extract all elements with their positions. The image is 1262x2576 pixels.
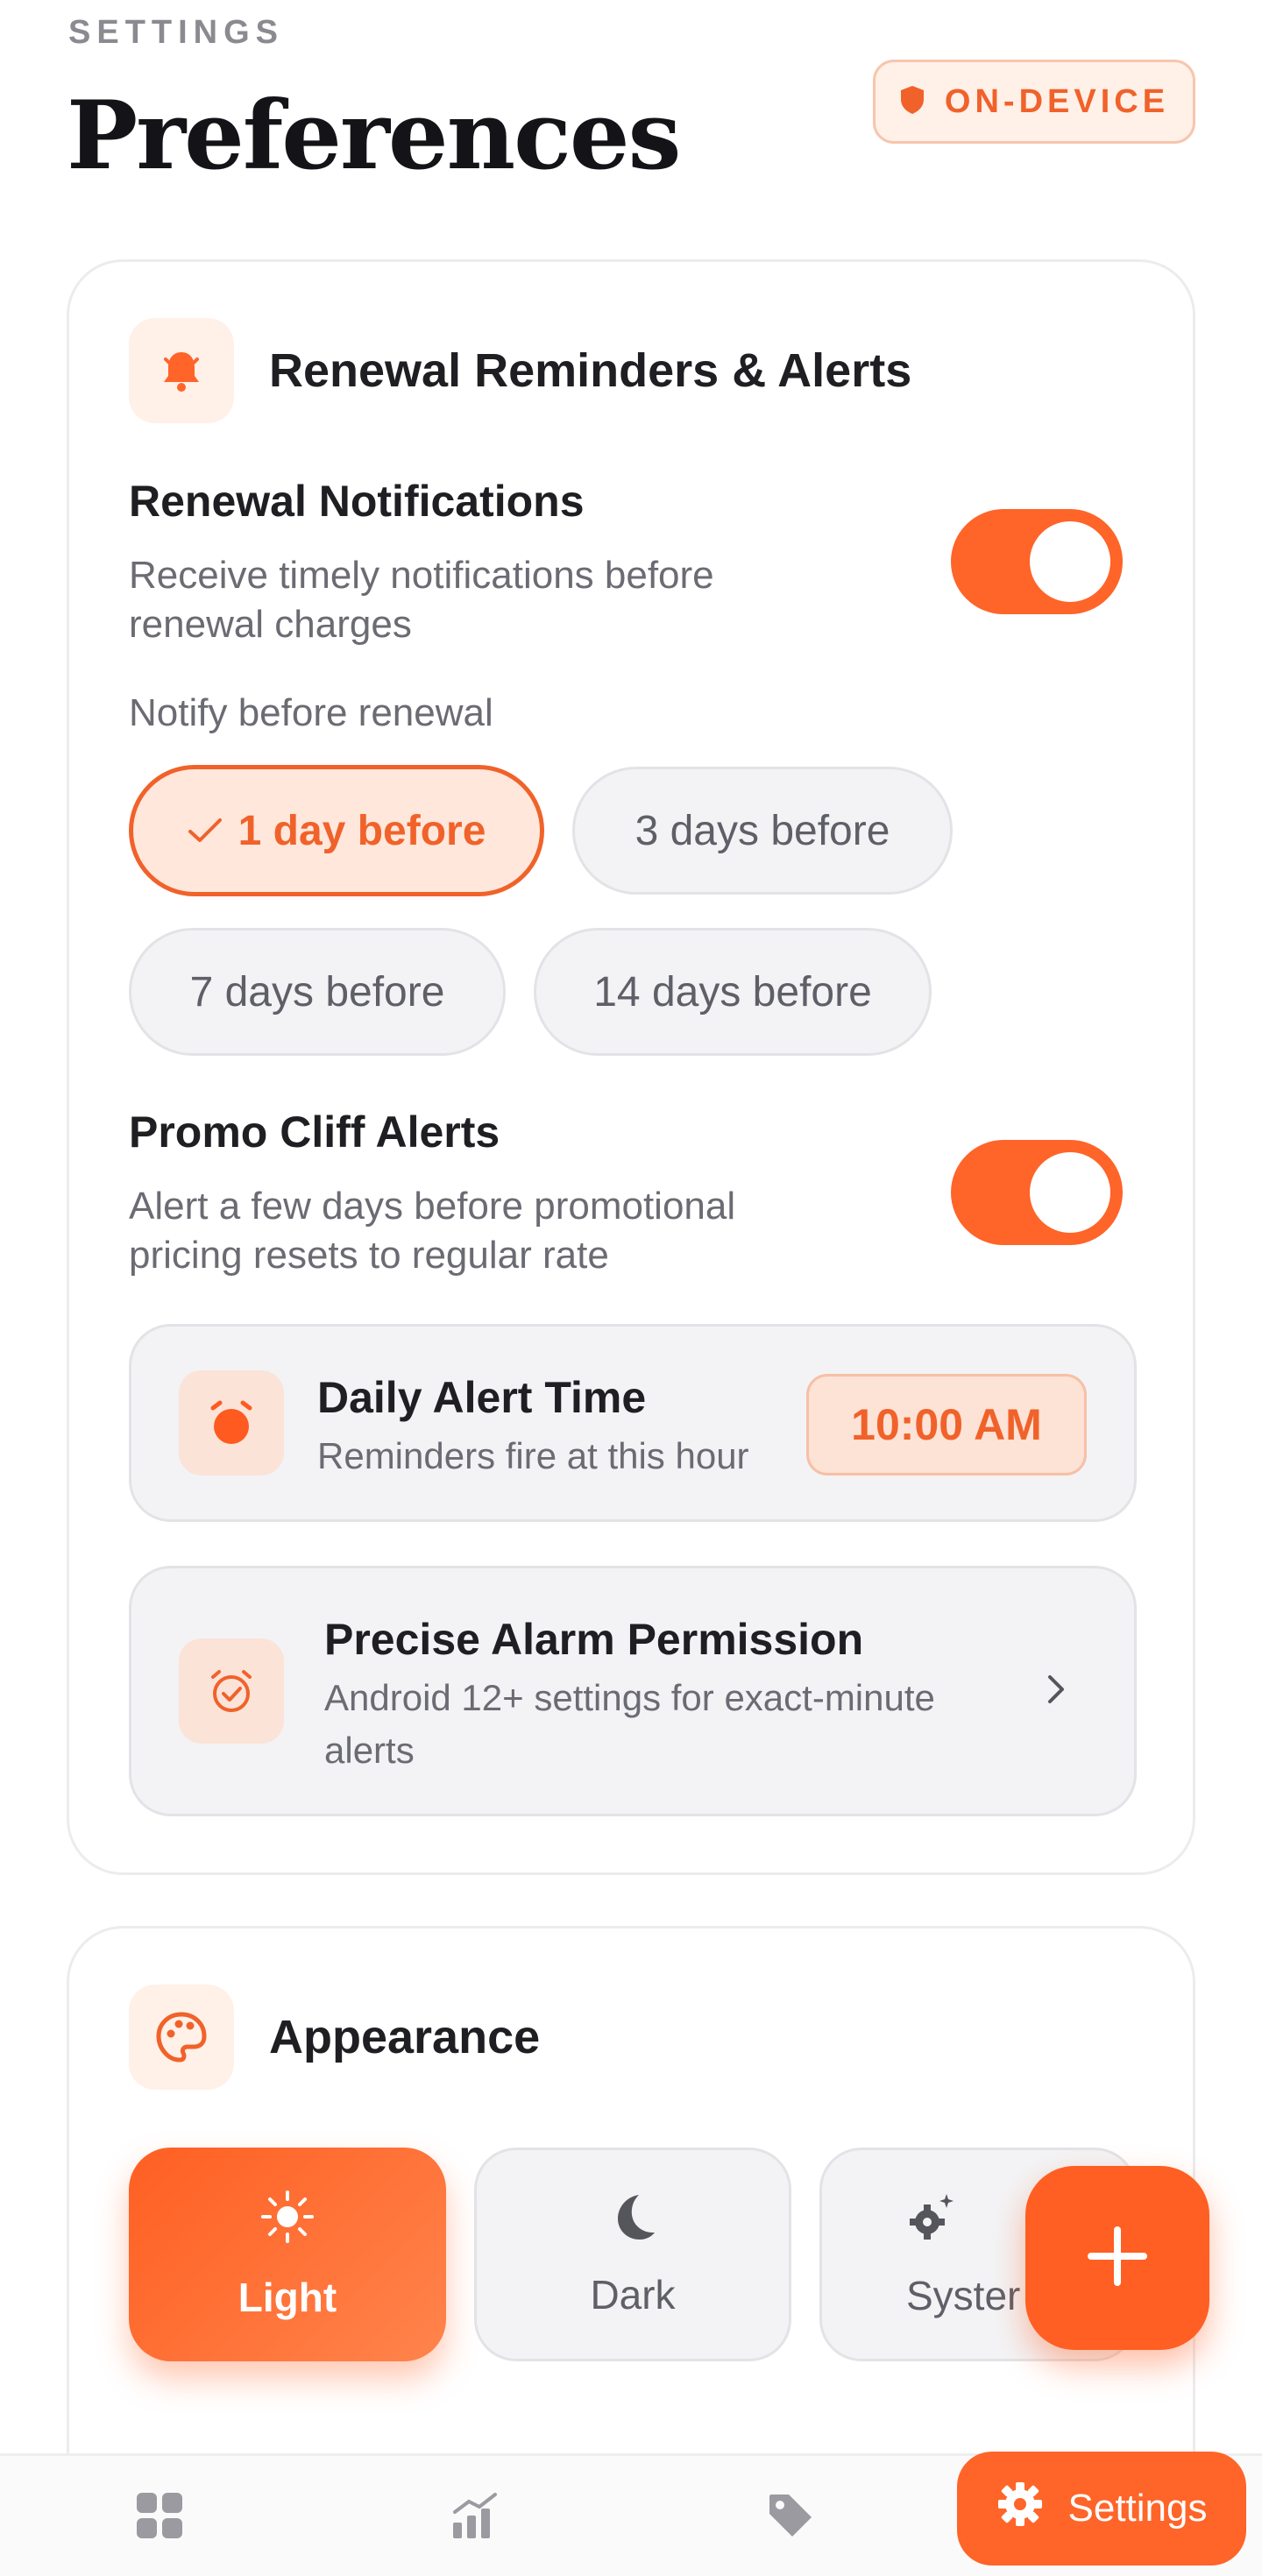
desc-line: pricing resets to regular rate [129, 1234, 609, 1277]
notify-before-label: Notify before renewal [129, 691, 493, 734]
on-device-badge: ON-DEVICE [873, 60, 1195, 144]
theme-label: Dark [590, 2271, 676, 2318]
tab-insights[interactable] [440, 2482, 510, 2552]
tab-tags[interactable] [755, 2482, 826, 2552]
tab-settings-label: Settings [1067, 2487, 1208, 2530]
theme-dark-button[interactable]: Dark [474, 2148, 791, 2361]
moon-icon [607, 2191, 658, 2252]
desc-line: Android 12+ settings for exact-minute [324, 1677, 935, 1718]
toggle-knob [1030, 521, 1110, 602]
alert-time-button[interactable]: 10:00 AM [806, 1374, 1087, 1476]
shield-icon [899, 85, 925, 119]
tag-icon [766, 2491, 815, 2544]
section-title: Appearance [269, 2011, 541, 2063]
page-title: Preferences [67, 81, 681, 191]
toggle-knob [1030, 1152, 1110, 1233]
alarm-clock-icon [179, 1370, 284, 1476]
sun-icon [259, 2189, 316, 2254]
theme-label: Light [238, 2274, 337, 2320]
bell-icon [129, 318, 234, 423]
check-icon [188, 807, 223, 855]
page-eyebrow: SETTINGS [68, 14, 285, 51]
badge-label: ON-DEVICE [944, 82, 1170, 120]
option-label: 3 days before [635, 807, 890, 854]
promo-cliff-title: Promo Cliff Alerts [129, 1108, 500, 1157]
section-title: Renewal Reminders & Alerts [269, 344, 912, 397]
theme-light-button[interactable]: Light [129, 2148, 446, 2361]
option-label: 1 day before [238, 807, 486, 854]
alarm-check-icon [179, 1638, 284, 1744]
option-label: 14 days before [593, 968, 872, 1016]
daily-alert-time-row[interactable]: Daily Alert Time Reminders fire at this … [129, 1324, 1137, 1522]
precise-alarm-title: Precise Alarm Permission [324, 1615, 864, 1664]
option-7-days[interactable]: 7 days before [129, 928, 506, 1056]
precise-alarm-desc: Android 12+ settings for exact-minute al… [324, 1672, 1025, 1777]
palette-icon [129, 1985, 234, 2090]
chart-icon [450, 2491, 500, 2544]
option-3-days[interactable]: 3 days before [572, 767, 953, 895]
desc-line: Alert a few days before promotional [129, 1185, 736, 1228]
daily-alert-desc: Reminders fire at this hour [317, 1435, 749, 1476]
renewal-notifications-desc: Receive timely notifications before rene… [129, 551, 883, 649]
renewal-notifications-toggle[interactable] [951, 509, 1123, 614]
promo-cliff-desc: Alert a few days before promotional pric… [129, 1182, 883, 1280]
gear-icon [996, 2480, 1044, 2537]
chevron-right-icon [1043, 1672, 1067, 1711]
desc-line: renewal charges [129, 603, 412, 646]
promo-cliff-toggle[interactable] [951, 1140, 1123, 1245]
option-14-days[interactable]: 14 days before [534, 928, 932, 1056]
desc-line: Receive timely notifications before [129, 554, 714, 597]
option-1-day[interactable]: 1 day before [129, 765, 544, 896]
appearance-section-header: Appearance [129, 1985, 540, 2090]
theme-label: Syster [906, 2272, 1021, 2318]
plus-icon [1082, 2221, 1152, 2296]
tab-dashboard[interactable] [124, 2482, 195, 2552]
desc-line: alerts [324, 1730, 415, 1771]
add-button[interactable] [1025, 2166, 1209, 2350]
tab-settings[interactable]: Settings [957, 2452, 1246, 2565]
grid-icon [135, 2491, 184, 2544]
gears-icon [906, 2190, 962, 2253]
option-label: 7 days before [189, 968, 445, 1016]
reminders-section-header: Renewal Reminders & Alerts [129, 318, 911, 423]
renewal-notifications-title: Renewal Notifications [129, 477, 585, 526]
precise-alarm-row[interactable]: Precise Alarm Permission Android 12+ set… [129, 1566, 1137, 1816]
daily-alert-title: Daily Alert Time [317, 1373, 647, 1422]
reminders-card: Renewal Reminders & Alerts Renewal Notif… [67, 259, 1195, 1875]
